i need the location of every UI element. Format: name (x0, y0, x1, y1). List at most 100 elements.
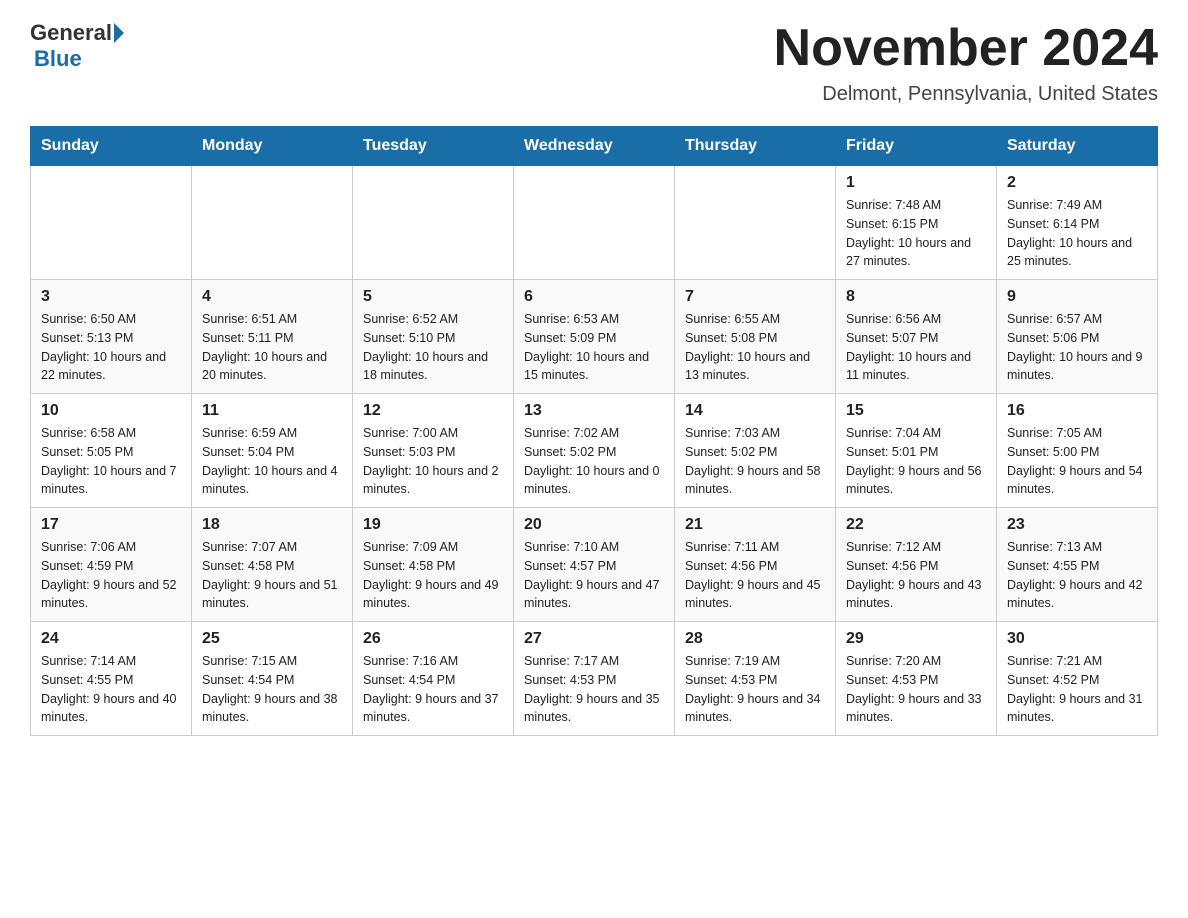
calendar-cell-w1-d1 (31, 166, 192, 280)
col-sunday: Sunday (31, 127, 192, 166)
calendar-cell-w4-d1: 17 Sunrise: 7:06 AM Sunset: 4:59 PM Dayli… (31, 508, 192, 622)
col-wednesday: Wednesday (514, 127, 675, 166)
day-number: 11 (202, 402, 342, 420)
calendar-cell-w2-d3: 5 Sunrise: 6:52 AM Sunset: 5:10 PM Daylig… (353, 280, 514, 394)
day-info: Sunrise: 7:12 AM Sunset: 4:56 PM Dayligh… (846, 538, 986, 613)
week-row-3: 10Sunrise: 6:58 AM Sunset: 5:05 PM Dayli… (31, 394, 1158, 508)
day-info: Sunrise: 6:51 AM Sunset: 5:11 PM Dayligh… (202, 310, 342, 385)
calendar-cell-w5-d3: 26 Sunrise: 7:16 AM Sunset: 4:54 PM Dayli… (353, 622, 514, 736)
day-number: 21 (685, 516, 825, 534)
calendar-cell-w5-d2: 25Sunrise: 7:15 AM Sunset: 4:54 PM Dayli… (192, 622, 353, 736)
day-number: 22 (846, 516, 986, 534)
calendar-cell-w4-d3: 19 Sunrise: 7:09 AM Sunset: 4:58 PM Dayli… (353, 508, 514, 622)
col-thursday: Thursday (675, 127, 836, 166)
day-info: Sunrise: 7:13 AM Sunset: 4:55 PM Dayligh… (1007, 538, 1147, 613)
day-info: Sunrise: 7:14 AM Sunset: 4:55 PM Dayligh… (41, 652, 181, 727)
calendar-cell-w4-d4: 20Sunrise: 7:10 AM Sunset: 4:57 PM Dayli… (514, 508, 675, 622)
col-tuesday: Tuesday (353, 127, 514, 166)
calendar-cell-w2-d6: 8Sunrise: 6:56 AM Sunset: 5:07 PM Daylig… (836, 280, 997, 394)
day-number: 5 (363, 288, 503, 306)
logo-arrow-icon (114, 23, 124, 43)
day-number: 23 (1007, 516, 1147, 534)
day-info: Sunrise: 7:09 AM Sunset: 4:58 PM Dayligh… (363, 538, 503, 613)
logo-blue-text: Blue (34, 46, 82, 71)
calendar-cell-w3-d3: 12Sunrise: 7:00 AM Sunset: 5:03 PM Dayli… (353, 394, 514, 508)
day-number: 15 (846, 402, 986, 420)
calendar-cell-w1-d3 (353, 166, 514, 280)
calendar-cell-w2-d2: 4 Sunrise: 6:51 AM Sunset: 5:11 PM Daylig… (192, 280, 353, 394)
calendar-cell-w4-d7: 23 Sunrise: 7:13 AM Sunset: 4:55 PM Dayli… (997, 508, 1158, 622)
day-info: Sunrise: 7:05 AM Sunset: 5:00 PM Dayligh… (1007, 424, 1147, 499)
day-info: Sunrise: 7:19 AM Sunset: 4:53 PM Dayligh… (685, 652, 825, 727)
day-number: 7 (685, 288, 825, 306)
calendar-cell-w3-d5: 14Sunrise: 7:03 AM Sunset: 5:02 PM Dayli… (675, 394, 836, 508)
week-row-1: 1 Sunrise: 7:48 AM Sunset: 6:15 PM Daylig… (31, 166, 1158, 280)
calendar-cell-w2-d1: 3 Sunrise: 6:50 AM Sunset: 5:13 PM Daylig… (31, 280, 192, 394)
day-number: 20 (524, 516, 664, 534)
calendar-cell-w5-d7: 30Sunrise: 7:21 AM Sunset: 4:52 PM Dayli… (997, 622, 1158, 736)
calendar-table: Sunday Monday Tuesday Wednesday Thursday… (30, 126, 1158, 736)
day-number: 6 (524, 288, 664, 306)
day-number: 28 (685, 630, 825, 648)
calendar-header-row: Sunday Monday Tuesday Wednesday Thursday… (31, 127, 1158, 166)
col-friday: Friday (836, 127, 997, 166)
day-number: 29 (846, 630, 986, 648)
day-number: 3 (41, 288, 181, 306)
day-number: 16 (1007, 402, 1147, 420)
calendar-cell-w5-d5: 28 Sunrise: 7:19 AM Sunset: 4:53 PM Dayli… (675, 622, 836, 736)
calendar-cell-w1-d4 (514, 166, 675, 280)
day-number: 19 (363, 516, 503, 534)
day-info: Sunrise: 7:20 AM Sunset: 4:53 PM Dayligh… (846, 652, 986, 727)
calendar-cell-w4-d6: 22 Sunrise: 7:12 AM Sunset: 4:56 PM Dayli… (836, 508, 997, 622)
day-info: Sunrise: 6:53 AM Sunset: 5:09 PM Dayligh… (524, 310, 664, 385)
calendar-cell-w4-d2: 18Sunrise: 7:07 AM Sunset: 4:58 PM Dayli… (192, 508, 353, 622)
day-number: 14 (685, 402, 825, 420)
title-area: November 2024 Delmont, Pennsylvania, Uni… (774, 20, 1158, 106)
location-title: Delmont, Pennsylvania, United States (774, 83, 1158, 106)
week-row-5: 24 Sunrise: 7:14 AM Sunset: 4:55 PM Dayli… (31, 622, 1158, 736)
calendar-cell-w1-d6: 1 Sunrise: 7:48 AM Sunset: 6:15 PM Daylig… (836, 166, 997, 280)
day-number: 13 (524, 402, 664, 420)
col-monday: Monday (192, 127, 353, 166)
day-number: 17 (41, 516, 181, 534)
day-number: 30 (1007, 630, 1147, 648)
calendar-cell-w4-d5: 21 Sunrise: 7:11 AM Sunset: 4:56 PM Dayli… (675, 508, 836, 622)
day-info: Sunrise: 7:15 AM Sunset: 4:54 PM Dayligh… (202, 652, 342, 727)
day-info: Sunrise: 7:48 AM Sunset: 6:15 PM Dayligh… (846, 196, 986, 271)
day-number: 2 (1007, 174, 1147, 192)
day-number: 27 (524, 630, 664, 648)
day-info: Sunrise: 6:55 AM Sunset: 5:08 PM Dayligh… (685, 310, 825, 385)
calendar-cell-w2-d4: 6 Sunrise: 6:53 AM Sunset: 5:09 PM Daylig… (514, 280, 675, 394)
page-header: General Blue November 2024 Delmont, Penn… (30, 20, 1158, 106)
day-number: 1 (846, 174, 986, 192)
day-info: Sunrise: 6:52 AM Sunset: 5:10 PM Dayligh… (363, 310, 503, 385)
logo: General Blue (30, 20, 126, 72)
calendar-cell-w3-d2: 11Sunrise: 6:59 AM Sunset: 5:04 PM Dayli… (192, 394, 353, 508)
day-info: Sunrise: 7:49 AM Sunset: 6:14 PM Dayligh… (1007, 196, 1147, 271)
day-info: Sunrise: 7:07 AM Sunset: 4:58 PM Dayligh… (202, 538, 342, 613)
calendar-cell-w2-d5: 7 Sunrise: 6:55 AM Sunset: 5:08 PM Daylig… (675, 280, 836, 394)
day-info: Sunrise: 7:04 AM Sunset: 5:01 PM Dayligh… (846, 424, 986, 499)
day-number: 24 (41, 630, 181, 648)
day-number: 9 (1007, 288, 1147, 306)
calendar-cell-w2-d7: 9 Sunrise: 6:57 AM Sunset: 5:06 PM Daylig… (997, 280, 1158, 394)
calendar-cell-w3-d6: 15 Sunrise: 7:04 AM Sunset: 5:01 PM Dayli… (836, 394, 997, 508)
week-row-2: 3 Sunrise: 6:50 AM Sunset: 5:13 PM Daylig… (31, 280, 1158, 394)
day-info: Sunrise: 7:17 AM Sunset: 4:53 PM Dayligh… (524, 652, 664, 727)
calendar-cell-w1-d5 (675, 166, 836, 280)
day-info: Sunrise: 7:11 AM Sunset: 4:56 PM Dayligh… (685, 538, 825, 613)
day-number: 26 (363, 630, 503, 648)
calendar-cell-w3-d7: 16 Sunrise: 7:05 AM Sunset: 5:00 PM Dayli… (997, 394, 1158, 508)
calendar-cell-w5-d1: 24 Sunrise: 7:14 AM Sunset: 4:55 PM Dayli… (31, 622, 192, 736)
day-info: Sunrise: 7:16 AM Sunset: 4:54 PM Dayligh… (363, 652, 503, 727)
day-info: Sunrise: 6:57 AM Sunset: 5:06 PM Dayligh… (1007, 310, 1147, 385)
calendar-cell-w3-d4: 13Sunrise: 7:02 AM Sunset: 5:02 PM Dayli… (514, 394, 675, 508)
day-info: Sunrise: 7:06 AM Sunset: 4:59 PM Dayligh… (41, 538, 181, 613)
day-number: 12 (363, 402, 503, 420)
day-info: Sunrise: 6:50 AM Sunset: 5:13 PM Dayligh… (41, 310, 181, 385)
week-row-4: 17 Sunrise: 7:06 AM Sunset: 4:59 PM Dayli… (31, 508, 1158, 622)
calendar-cell-w1-d2 (192, 166, 353, 280)
day-number: 4 (202, 288, 342, 306)
calendar-cell-w5-d4: 27 Sunrise: 7:17 AM Sunset: 4:53 PM Dayli… (514, 622, 675, 736)
day-number: 8 (846, 288, 986, 306)
